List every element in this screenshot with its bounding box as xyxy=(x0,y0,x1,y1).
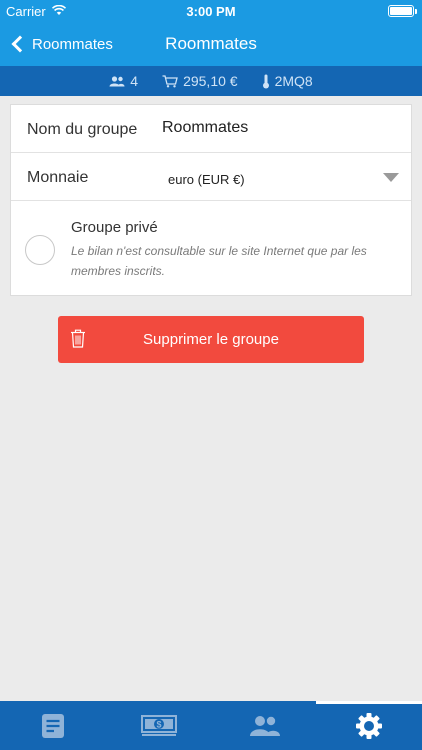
tab-settings[interactable] xyxy=(316,701,422,750)
battery-icon xyxy=(388,5,417,17)
private-group-title: Groupe privé xyxy=(71,219,158,236)
group-name-field[interactable]: Roommates xyxy=(162,119,248,137)
svg-text:$: $ xyxy=(156,719,161,729)
status-bar: Carrier 3:00 PM xyxy=(0,0,422,22)
private-group-description: Le bilan n'est consultable sur le site I… xyxy=(71,244,367,278)
dropdown-arrow-icon[interactable] xyxy=(383,173,399,182)
tab-cash[interactable]: $ xyxy=(106,701,212,750)
total-amount: 295,10 € xyxy=(162,73,238,89)
currency-label: Monnaie xyxy=(27,169,89,186)
cash-icon: $ xyxy=(141,714,177,736)
private-group-toggle[interactable] xyxy=(25,235,55,265)
members-count-value: 4 xyxy=(130,73,139,89)
group-code-value: 2MQ8 xyxy=(274,73,313,89)
people-icon xyxy=(109,75,125,86)
chevron-left-icon xyxy=(11,35,29,53)
gear-icon xyxy=(356,712,382,739)
group-name-row: Nom du groupe Roommates xyxy=(11,105,411,153)
thermometer-icon xyxy=(262,74,269,88)
cart-icon xyxy=(162,74,178,87)
tab-bar: $ xyxy=(0,701,422,750)
members-icon xyxy=(250,715,280,736)
navigation-bar: Roommates Roommates xyxy=(0,22,422,66)
list-icon xyxy=(42,713,64,738)
tab-list[interactable] xyxy=(0,701,106,750)
clock: 3:00 PM xyxy=(186,4,236,19)
currency-value: euro (EUR €) xyxy=(168,172,245,187)
tab-members[interactable] xyxy=(212,701,318,750)
total-amount-value: 295,10 € xyxy=(183,73,238,89)
group-name-label: Nom du groupe xyxy=(27,121,138,138)
group-settings-card: Nom du groupe Roommates Monnaie euro (EU… xyxy=(10,104,412,296)
back-button-label: Roommates xyxy=(32,35,113,53)
delete-group-button[interactable]: Supprimer le groupe xyxy=(58,316,364,363)
delete-group-label: Supprimer le groupe xyxy=(143,331,279,348)
group-code: 2MQ8 xyxy=(262,73,313,89)
private-group-row: Groupe privé Le bilan n'est consultable … xyxy=(11,201,411,295)
members-count: 4 xyxy=(109,73,138,89)
group-info-bar: 4 295,10 € 2MQ8 xyxy=(0,66,422,96)
back-button[interactable]: Roommates xyxy=(8,22,113,66)
currency-row: Monnaie euro (EUR €) xyxy=(11,153,411,201)
